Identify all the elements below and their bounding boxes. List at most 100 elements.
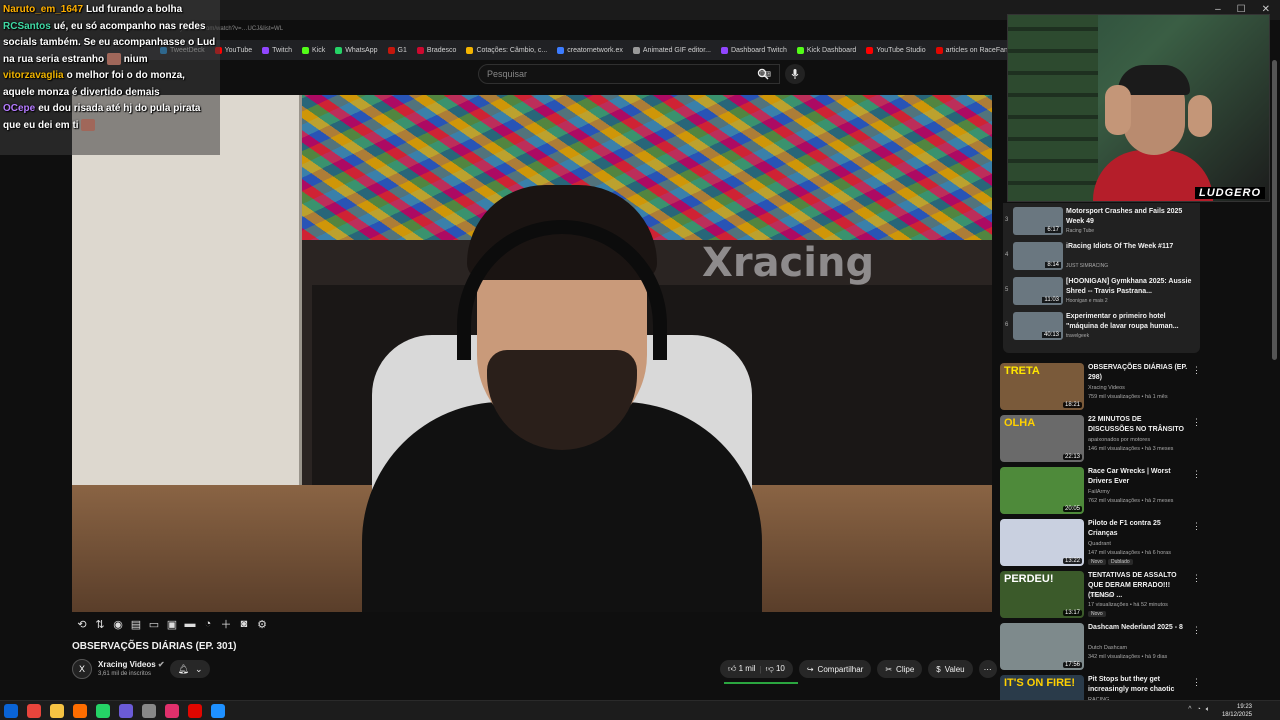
channel-name[interactable]: Quadrant (1088, 541, 1111, 547)
more-options-icon[interactable]: ⋮ (1192, 625, 1201, 636)
recommended-video[interactable]: TRETA 18:21 OBSERVAÇÕES DIÁRIAS (EP. 298) X… (1000, 363, 1201, 413)
channel-name[interactable]: Dutch Dashcam (1088, 645, 1127, 651)
more-options-icon[interactable]: ⋮ (1192, 677, 1201, 688)
instagram-icon[interactable] (165, 704, 179, 718)
share-button[interactable]: ↪ Compartilhar (798, 660, 872, 678)
recommended-video[interactable]: 17:56 Dashcam Nederland 2025 - 8 Dutch Das… (1000, 623, 1201, 673)
video-title: 22 MINUTOS DE DISCUSSÕES NO TRÂNSITO (1088, 416, 1184, 433)
taskbar-apps (4, 704, 225, 718)
system-tray[interactable]: ^ ◔ 🔈︎ (1188, 706, 1210, 714)
camera-icon[interactable]: ◙ (238, 618, 250, 630)
webcam-hand (1188, 95, 1212, 137)
recommended-video[interactable]: 13:22 Piloto de F1 contra 25 Crianças Quad… (1000, 519, 1201, 569)
recommended-video[interactable]: OLHA 22:13 22 MINUTOS DE DISCUSSÕES NO TRÂ… (1000, 415, 1201, 465)
bookmark-item[interactable]: Twitch (262, 46, 292, 54)
search-button[interactable] (748, 64, 778, 84)
subtitles-icon[interactable]: ▤ (130, 618, 142, 631)
more-options-icon[interactable]: ⋮ (1192, 573, 1201, 584)
screen: youtube.com/watch?v=…UCJ&list=WL – ☐ ✕ T… (0, 0, 1280, 720)
url-bar[interactable]: youtube.com/watch?v=…UCJ&list=WL (180, 26, 480, 36)
channel-name[interactable]: FailArmy (1088, 489, 1110, 495)
dubbed-badge: Dublado (1108, 559, 1133, 565)
system-clock[interactable]: 19:23 18/12/2025 (1222, 703, 1252, 719)
like-button[interactable]: 👍︎ 1 mil (728, 664, 756, 674)
network-icon[interactable]: ◔ (1197, 706, 1201, 714)
duration-badge: 17:56 (1062, 662, 1082, 668)
playlist-item[interactable]: 4 8:14 iRacing Idiots Of The Week #117 JUST… (1003, 240, 1200, 272)
bookmark-item[interactable]: articles on RaceFans (935, 46, 1010, 54)
bookmark-item[interactable]: creatornetwork.ex (557, 46, 623, 54)
bookmark-item[interactable]: YouTube (214, 46, 252, 54)
recommended-video[interactable]: 20:05 Race Car Wrecks | Worst Drivers Eve… (1000, 467, 1201, 517)
playlist-thumbnail: 8:14 (1013, 242, 1063, 270)
playlist-item[interactable]: 6 40:13 Experimentar o primeiro hotel "máq… (1003, 310, 1200, 342)
screen-icon[interactable]: ▬ (184, 618, 196, 630)
bookmark-item[interactable]: Kick Dashboard (796, 46, 857, 54)
sort-icon[interactable]: ⇅ (94, 618, 106, 631)
bookmark-item[interactable]: Cotações: Câmbio, c... (466, 46, 547, 54)
channel-name[interactable]: Oliver Live (1088, 593, 1114, 599)
video-thumbnail: OLHA 22:13 (1000, 415, 1084, 462)
bookmark-item[interactable]: Bradesco (416, 46, 456, 54)
firefox-icon[interactable] (73, 704, 87, 718)
volume-icon[interactable]: 🔈︎ (1206, 706, 1210, 714)
add-icon[interactable]: ＋ (220, 616, 232, 632)
bookmark-item[interactable]: WhatsApp (335, 46, 378, 54)
edit-icon[interactable] (119, 704, 133, 718)
files-icon[interactable] (50, 704, 64, 718)
like-ratio-bar (724, 682, 798, 684)
more-options-icon[interactable]: ⋮ (1192, 469, 1201, 480)
bookmark-label: Kick Dashboard (806, 46, 857, 54)
loop-icon[interactable]: ⟲ (76, 618, 88, 631)
chat-text: nium (123, 53, 148, 65)
playlist-item[interactable]: 5 11:03 [HOONIGAN] Gymkhana 2025: Aussie S… (1003, 275, 1200, 307)
chrome-icon[interactable] (27, 704, 41, 718)
whatsapp-icon[interactable] (96, 704, 110, 718)
notification-bell-button[interactable]: 🔔︎ ⌄ (170, 660, 210, 678)
bell-icon: 🔔︎ (177, 663, 189, 674)
channel-avatar[interactable]: X (72, 659, 92, 679)
more-options-icon[interactable]: ⋮ (1192, 365, 1201, 376)
search-input[interactable]: Pesquisar ⌨ (478, 64, 780, 84)
settings-icon[interactable]: ⚙ (256, 618, 268, 631)
chevron-up-icon[interactable]: ^ (1188, 706, 1191, 714)
windows-icon[interactable] (4, 704, 18, 718)
duration-badge: 13:17 (1062, 610, 1082, 616)
video-player[interactable]: Xracing (72, 95, 992, 612)
ambient-icon[interactable]: ◉ (112, 618, 124, 631)
more-actions-button[interactable]: ⋯ (978, 660, 997, 678)
miniplayer-icon[interactable]: ▣ (166, 618, 178, 631)
chat-username: RCSantos (3, 20, 51, 32)
steam-icon[interactable] (142, 704, 156, 718)
racing-icon[interactable] (188, 704, 202, 718)
clip-button[interactable]: ✂ Clipe (877, 660, 923, 678)
recommended-video[interactable]: PERDEU! 13:17 TENTATIVAS DE ASSALTO QUE DE… (1000, 571, 1201, 621)
bookmark-item[interactable]: G1 (387, 46, 407, 54)
view-count: 762 mil visualizações • há 2 meses (1088, 498, 1174, 504)
channel-name[interactable]: Xracing Videos ✔ (98, 660, 165, 669)
chat-username: OCepe (3, 103, 36, 114)
playlist-item[interactable]: 3 6:17 Motorsport Crashes and Fails 2025 W… (1003, 205, 1200, 237)
channel-name[interactable]: apaixonados por motores (1088, 437, 1150, 443)
playlist-index: 5 (1005, 287, 1009, 293)
webcam-person (1093, 55, 1213, 201)
bookmark-icon (632, 46, 640, 54)
bookmark-item[interactable]: Kick (301, 46, 325, 54)
duration-badge: 8:14 (1045, 262, 1061, 268)
page-scrollbar[interactable] (1272, 60, 1277, 360)
view-count: 342 mil visualizações • há 9 dias (1088, 654, 1168, 660)
app-icon[interactable] (211, 704, 225, 718)
speed-icon[interactable]: ◔ (202, 618, 214, 630)
new-badge: Novo (1088, 611, 1106, 617)
bookmark-item[interactable]: Dashboard Twitch (720, 46, 787, 54)
more-options-icon[interactable]: ⋮ (1192, 417, 1201, 428)
bookmark-item[interactable]: Animated GIF editor... (632, 46, 711, 54)
channel-name[interactable]: Xracing Videos (1088, 385, 1125, 391)
bookmark-item[interactable]: YouTube Studio (866, 46, 926, 54)
dislike-button[interactable]: 👎︎ 10 (766, 664, 785, 674)
playlist-title: Motorsport Crashes and Fails 2025 Week 4… (1066, 208, 1183, 225)
theater-icon[interactable]: ▭ (148, 618, 160, 631)
more-options-icon[interactable]: ⋮ (1192, 521, 1201, 532)
thanks-button[interactable]: $ Valeu (928, 660, 973, 678)
voice-search-button[interactable] (785, 64, 805, 84)
